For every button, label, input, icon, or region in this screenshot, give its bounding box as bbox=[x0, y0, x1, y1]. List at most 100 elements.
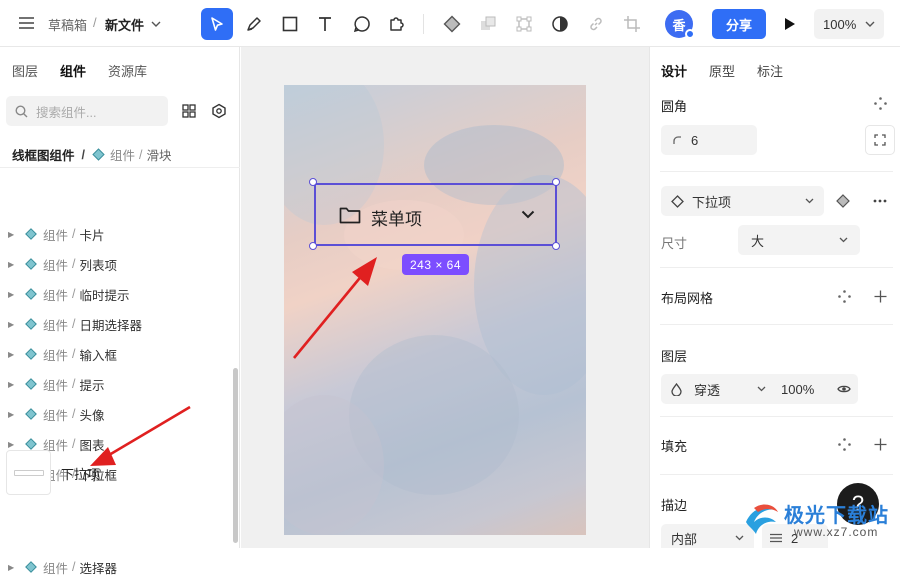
tree-item-label: 头像 bbox=[79, 408, 105, 423]
caret-right-icon[interactable]: ▶ bbox=[8, 290, 18, 299]
tree-item-prefix: 组件 bbox=[43, 228, 69, 243]
comment-shape-tool-icon[interactable] bbox=[350, 12, 374, 36]
go-to-main-component-icon[interactable] bbox=[835, 193, 851, 209]
text-tool-icon[interactable] bbox=[313, 12, 337, 36]
background-image bbox=[284, 85, 586, 535]
opacity-value[interactable]: 100% bbox=[781, 382, 814, 397]
tree-item-prefix: 组件 bbox=[43, 561, 69, 576]
search-field[interactable]: 搜索组件... bbox=[6, 96, 168, 126]
tree-item[interactable]: ▶ 组件 / 头像 bbox=[0, 399, 232, 429]
caret-right-icon[interactable]: ▶ bbox=[8, 380, 18, 389]
tree-item[interactable]: ▶ 组件 / 提示 bbox=[0, 369, 232, 399]
rectangle-tool-icon[interactable] bbox=[278, 12, 302, 36]
tree-item[interactable]: ▶ 组件 / 临时提示 bbox=[0, 279, 232, 309]
corner-radius-label: 圆角 bbox=[661, 99, 688, 114]
boolean-icon[interactable] bbox=[476, 12, 500, 36]
chevron-down-icon[interactable] bbox=[150, 18, 162, 30]
section-sub-name[interactable]: 滑块 bbox=[147, 145, 172, 164]
tab-prototype[interactable]: 原型 bbox=[709, 61, 735, 80]
blend-mode-value[interactable]: 穿透 bbox=[694, 380, 720, 399]
more-options-icon[interactable] bbox=[871, 193, 889, 209]
tab-components[interactable]: 组件 bbox=[60, 61, 86, 80]
folder-icon bbox=[339, 207, 361, 224]
corner-radius-input[interactable]: 6 bbox=[661, 125, 757, 155]
child-item-label[interactable]: 下拉项 bbox=[61, 464, 100, 483]
resize-handle[interactable] bbox=[309, 242, 317, 250]
layer-blend-control[interactable]: 穿透 100% bbox=[661, 374, 858, 404]
size-dropdown[interactable]: 大 bbox=[738, 225, 860, 255]
caret-right-icon[interactable]: ▶ bbox=[8, 230, 18, 239]
component-icon bbox=[25, 228, 37, 240]
tree-item[interactable]: ▶ 组件 / 选择器 bbox=[0, 552, 232, 582]
canvas[interactable]: 菜单项 243 × 64 bbox=[241, 47, 649, 548]
add-icon[interactable] bbox=[872, 436, 888, 452]
tab-layers[interactable]: 图层 bbox=[12, 61, 38, 80]
section-sub-prefix: 组件 bbox=[110, 149, 136, 163]
crop-icon[interactable] bbox=[620, 12, 644, 36]
size-label: 尺寸 bbox=[661, 236, 688, 251]
library-icon[interactable] bbox=[209, 101, 229, 121]
stroke-position-value: 内部 bbox=[671, 531, 698, 547]
selected-item-label: 菜单项 bbox=[371, 210, 422, 229]
section-title[interactable]: 线框图组件 bbox=[12, 145, 75, 164]
menu-icon[interactable] bbox=[18, 15, 34, 31]
caret-right-icon[interactable]: ▶ bbox=[8, 320, 18, 329]
tab-assets[interactable]: 资源库 bbox=[108, 61, 147, 80]
resize-handle[interactable] bbox=[552, 242, 560, 250]
tab-design[interactable]: 设计 bbox=[661, 61, 687, 80]
caret-right-icon[interactable]: ▶ bbox=[8, 260, 18, 269]
fill-label: 填充 bbox=[661, 439, 688, 454]
chevron-down-icon bbox=[757, 386, 766, 392]
component-icon bbox=[25, 348, 37, 360]
tree-item-prefix: 组件 bbox=[43, 288, 69, 303]
resize-handle[interactable] bbox=[309, 178, 317, 186]
caret-right-icon[interactable]: ▶ bbox=[8, 440, 18, 449]
tree-item-prefix: 组件 bbox=[43, 348, 69, 363]
component-thumbnail[interactable] bbox=[6, 450, 51, 495]
frame-select-icon[interactable] bbox=[512, 12, 536, 36]
plugin-tool-icon[interactable] bbox=[384, 12, 408, 36]
selected-dropdown-item[interactable]: 菜单项 bbox=[314, 183, 557, 246]
mask-icon[interactable] bbox=[548, 12, 572, 36]
tree-item[interactable]: ▶ 组件 / 输入框 bbox=[0, 339, 232, 369]
component-icon bbox=[25, 378, 37, 390]
link-icon[interactable] bbox=[584, 12, 608, 36]
play-icon[interactable] bbox=[778, 12, 802, 36]
chevron-down-icon bbox=[839, 237, 848, 243]
component-icon bbox=[25, 561, 37, 573]
resize-handle[interactable] bbox=[552, 178, 560, 186]
layer-label: 图层 bbox=[661, 349, 688, 364]
breadcrumb-separator: / bbox=[93, 15, 97, 30]
caret-right-icon[interactable]: ▶ bbox=[8, 350, 18, 359]
tab-annotation[interactable]: 标注 bbox=[757, 61, 783, 80]
tree-item[interactable]: ▶ 组件 / 卡片 bbox=[0, 219, 232, 249]
tree-item[interactable]: ▶ 组件 / 列表项 bbox=[0, 249, 232, 279]
zoom-dropdown[interactable]: 100% bbox=[814, 9, 884, 39]
tree-item[interactable]: ▶ 组件 / 日期选择器 bbox=[0, 309, 232, 339]
tree-item-label: 卡片 bbox=[79, 228, 105, 243]
breadcrumb-parent[interactable]: 草稿箱 bbox=[48, 15, 87, 34]
expand-corners-button[interactable] bbox=[865, 125, 895, 155]
artboard-frame[interactable] bbox=[284, 85, 586, 535]
add-icon[interactable] bbox=[872, 288, 888, 304]
toolbar-divider bbox=[423, 14, 424, 34]
tree-item-prefix: 组件 bbox=[43, 378, 69, 393]
fill-styles-icon[interactable] bbox=[836, 436, 852, 452]
tree-item-label: 输入框 bbox=[79, 348, 118, 363]
caret-right-icon[interactable]: ▶ bbox=[8, 563, 18, 572]
breadcrumb-separator: / bbox=[81, 147, 85, 162]
scrollbar-thumb[interactable] bbox=[233, 368, 238, 543]
grid-styles-icon[interactable] bbox=[836, 288, 852, 304]
tree-item-label: 临时提示 bbox=[79, 288, 130, 303]
grid-view-icon[interactable] bbox=[179, 101, 199, 121]
share-button[interactable]: 分享 bbox=[712, 9, 766, 39]
file-name[interactable]: 新文件 bbox=[105, 15, 144, 34]
variant-dropdown[interactable]: 下拉项 bbox=[661, 186, 824, 216]
breadcrumb: 线框图组件 / 组件 / 滑块 bbox=[12, 145, 172, 164]
caret-right-icon[interactable]: ▶ bbox=[8, 410, 18, 419]
move-tool-button[interactable] bbox=[201, 8, 233, 40]
independent-corners-icon[interactable] bbox=[872, 95, 888, 111]
size-value: 大 bbox=[751, 233, 765, 249]
pen-tool-icon[interactable] bbox=[242, 12, 266, 36]
component-icon[interactable] bbox=[440, 12, 464, 36]
